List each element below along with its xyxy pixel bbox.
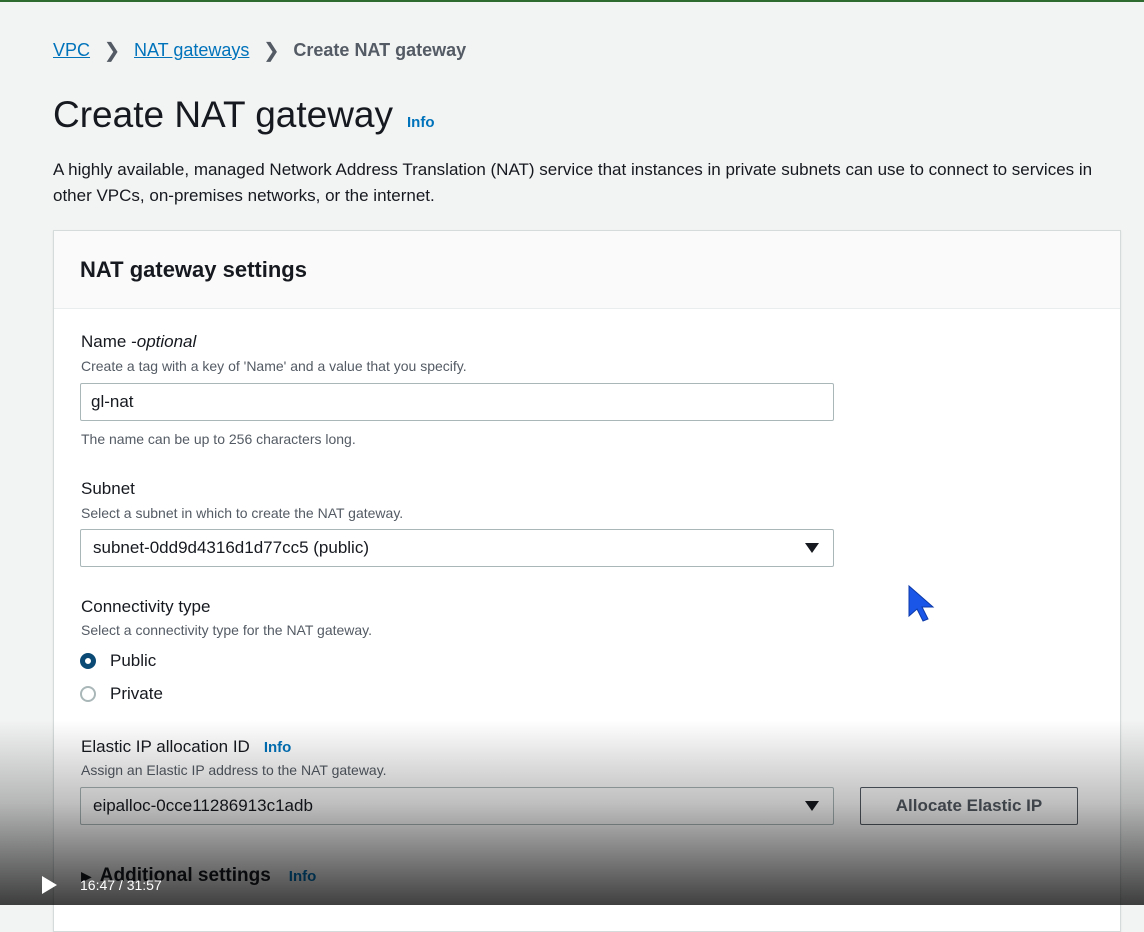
elastic-ip-label: Elastic IP allocation ID Info (81, 737, 291, 757)
subnet-label: Subnet (81, 479, 135, 499)
radio-private-label: Private (110, 684, 163, 703)
nat-gateway-settings-panel: NAT gateway settings Name - optional Cre… (53, 230, 1121, 932)
connectivity-hint: Select a connectivity type for the NAT g… (81, 622, 373, 638)
page-description: A highly available, managed Network Addr… (53, 160, 1093, 205)
page-title: Create NAT gateway (53, 94, 394, 135)
radio-public[interactable]: Public (80, 651, 156, 671)
top-accent-line (0, 0, 1144, 2)
elastic-ip-select[interactable]: eipalloc-0cce11286913c1adb (80, 787, 834, 825)
name-input[interactable] (80, 383, 834, 421)
elastic-ip-label-text: Elastic IP allocation ID (81, 737, 250, 756)
breadcrumb-current: Create NAT gateway (293, 40, 467, 60)
chevron-right-icon: ❯ (103, 40, 121, 62)
panel-title: NAT gateway settings (80, 257, 307, 282)
elastic-ip-hint: Assign an Elastic IP address to the NAT … (81, 762, 387, 778)
caret-down-icon (805, 801, 819, 811)
radio-private[interactable]: Private (80, 684, 163, 704)
elastic-ip-info-link[interactable]: Info (264, 739, 292, 756)
radio-unselected-icon[interactable] (80, 686, 96, 702)
video-timestamp: 16:47 / 31:57 (80, 877, 162, 893)
name-hint: Create a tag with a key of 'Name' and a … (81, 358, 467, 374)
video-controls: 16:47 / 31:57 (0, 865, 1144, 905)
chevron-right-icon: ❯ (263, 40, 280, 62)
allocate-elastic-ip-button[interactable]: Allocate Elastic IP (860, 787, 1078, 825)
subnet-select-value: subnet-0dd9d4316d1d77cc5 (public) (93, 538, 369, 557)
caret-down-icon (805, 543, 819, 553)
breadcrumb-vpc-link[interactable]: VPC (53, 40, 90, 61)
radio-selected-icon[interactable] (80, 653, 96, 669)
name-optional-text: optional (136, 332, 197, 351)
connectivity-label: Connectivity type (81, 597, 210, 617)
play-icon[interactable] (42, 876, 57, 894)
name-constraint: The name can be up to 256 characters lon… (81, 431, 356, 447)
name-label-text: Name - (81, 332, 137, 351)
elastic-ip-select-value: eipalloc-0cce11286913c1adb (93, 796, 313, 815)
subnet-select[interactable]: subnet-0dd9d4316d1d77cc5 (public) (80, 529, 834, 567)
connectivity-label-text: Connectivity type (81, 597, 211, 616)
page-info-link[interactable]: Info (407, 114, 435, 131)
radio-public-label: Public (110, 651, 157, 670)
name-label: Name - optional (81, 332, 196, 352)
subnet-hint: Select a subnet in which to create the N… (81, 505, 404, 521)
panel-header: NAT gateway settings (54, 231, 1120, 309)
page-title-row: Create NAT gateway Info (53, 94, 435, 136)
subnet-label-text: Subnet (81, 479, 135, 498)
breadcrumb-nat-gateways-link[interactable]: NAT gateways (134, 40, 249, 61)
mouse-cursor-icon (908, 584, 935, 622)
breadcrumb: VPC ❯ NAT gateways ❯ Create NAT gateway (53, 38, 466, 63)
